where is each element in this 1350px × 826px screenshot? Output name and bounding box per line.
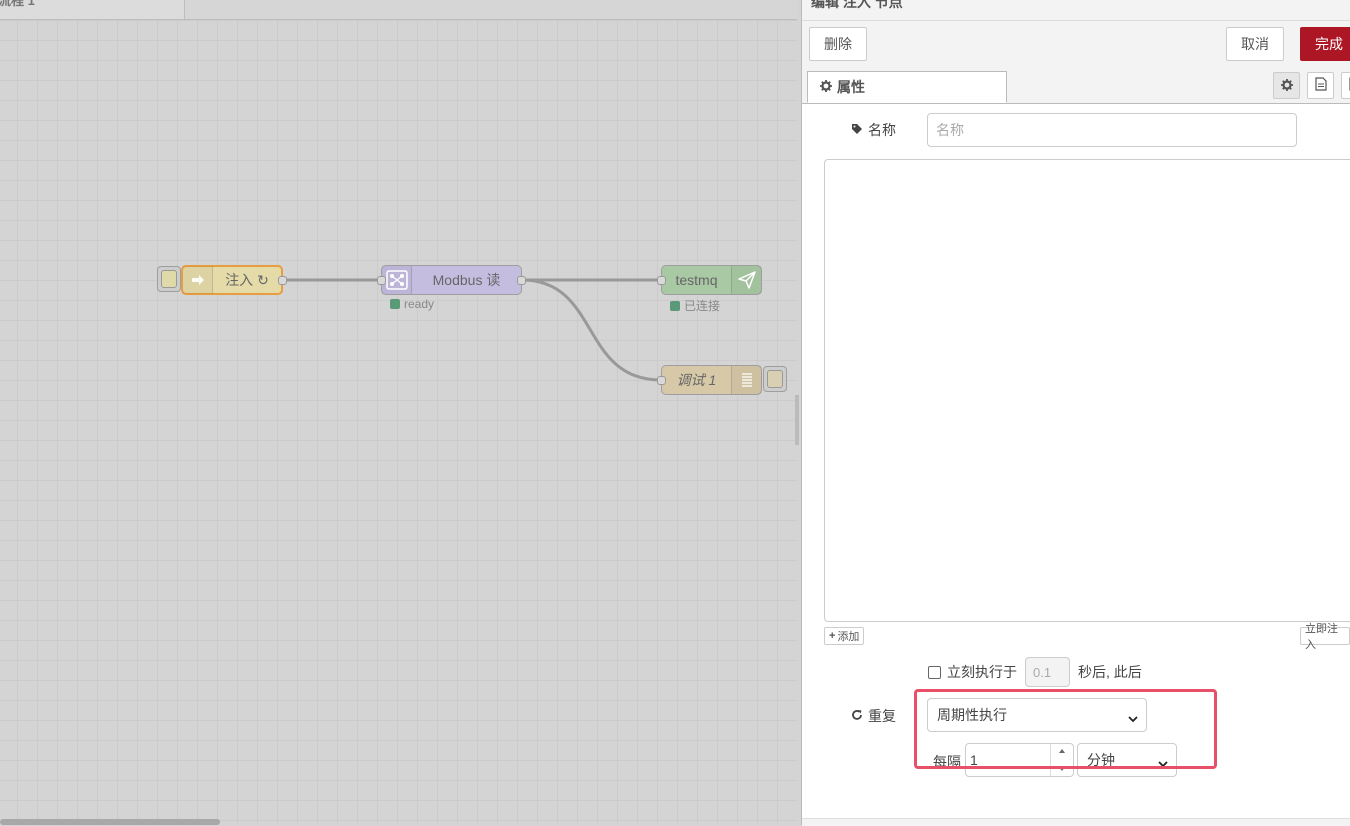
tab-properties[interactable]: 属性 — [807, 71, 1007, 103]
tray-tabs: 属性 — [802, 67, 1350, 104]
list-icon — [731, 366, 761, 394]
document-icon — [1315, 77, 1327, 94]
modbus-status-text: ready — [404, 297, 434, 311]
debug-toggle-button[interactable] — [763, 366, 787, 392]
property-list[interactable] — [824, 159, 1350, 622]
once-delay-input[interactable]: 0.1 — [1025, 657, 1070, 687]
cancel-button[interactable]: 取消 — [1226, 27, 1284, 61]
gear-icon — [1281, 78, 1293, 94]
mqtt-node-label: testmq — [662, 272, 731, 288]
wire-modbus-debug — [522, 280, 661, 380]
name-label-text: 名称 — [868, 120, 896, 140]
repeat-mode-select[interactable]: 周期性执行 — [927, 698, 1147, 732]
name-input[interactable] — [927, 113, 1297, 147]
chevron-down-icon — [1158, 755, 1168, 771]
add-property-button[interactable]: + 添加 — [824, 627, 864, 645]
tray-splitter-handle[interactable] — [795, 395, 799, 445]
modbus-status: ready — [390, 297, 434, 311]
horizontal-scrollbar[interactable] — [0, 819, 220, 825]
interval-unit-value: 分钟 — [1087, 750, 1115, 770]
tray-title: 编辑 注入 节点 — [802, 0, 1350, 21]
name-label: 名称 — [851, 120, 896, 140]
plus-icon: + — [829, 630, 835, 642]
status-dot-icon — [390, 299, 400, 309]
mqtt-status-text: 已连接 — [684, 297, 720, 314]
tag-icon — [851, 122, 863, 138]
delete-button[interactable]: 删除 — [809, 27, 867, 61]
tab-properties-label: 属性 — [837, 77, 865, 97]
edit-tray: 编辑 注入 节点 删除 取消 完成 属性 — [801, 0, 1350, 825]
debug-node[interactable]: 调试 1 — [661, 365, 762, 395]
settings-tab-button[interactable] — [1273, 72, 1300, 99]
repeat-label: 重复 — [851, 706, 896, 726]
description-tab-button[interactable] — [1307, 72, 1334, 99]
refresh-icon — [851, 708, 863, 724]
modbus-output-port[interactable] — [517, 276, 526, 285]
inject-output-port[interactable] — [278, 276, 287, 285]
tray-title-text: 编辑 注入 节点 — [811, 0, 903, 10]
modbus-input-port[interactable] — [377, 276, 386, 285]
gear-icon — [820, 79, 832, 95]
interval-unit-select[interactable]: 分钟 — [1077, 743, 1177, 777]
mqtt-status: 已连接 — [670, 297, 720, 314]
flow-workspace[interactable]: 流程 1 注入 ↻ Modbus 读 ready testmq — [0, 0, 797, 825]
add-property-label: 添加 — [837, 628, 859, 644]
modbus-read-node[interactable]: Modbus 读 — [381, 265, 522, 295]
mqtt-out-node[interactable]: testmq — [661, 265, 762, 295]
status-dot-icon — [670, 301, 680, 311]
modbus-node-label: Modbus 读 — [412, 270, 521, 290]
inject-node-label: 注入 ↻ — [213, 270, 281, 290]
modbus-icon — [382, 266, 412, 294]
once-checkbox[interactable] — [928, 666, 941, 679]
inject-now-button[interactable]: 立即注入 — [1300, 627, 1350, 645]
repeat-mode-value: 周期性执行 — [937, 705, 1007, 725]
every-label: 每隔 — [933, 752, 961, 772]
debug-node-label: 调试 1 — [662, 370, 731, 390]
repeat-label-text: 重复 — [868, 706, 896, 726]
appearance-tab-button[interactable] — [1341, 72, 1350, 99]
once-label: 立刻执行于 — [947, 662, 1017, 682]
interval-value: 1 — [970, 752, 978, 768]
inject-node[interactable]: 注入 ↻ — [181, 265, 283, 295]
inject-trigger-button[interactable] — [157, 266, 181, 292]
interval-input[interactable]: 1 — [965, 743, 1074, 777]
inject-arrow-icon — [183, 266, 213, 294]
done-button[interactable]: 完成 — [1300, 27, 1350, 61]
once-after-label: 秒后, 此后 — [1078, 662, 1142, 682]
once-row: 立刻执行于 0.1 秒后, 此后 — [928, 657, 1142, 687]
mqtt-input-port[interactable] — [657, 276, 666, 285]
interval-spinner[interactable] — [1050, 744, 1073, 776]
debug-input-port[interactable] — [657, 376, 666, 385]
paper-plane-icon — [731, 266, 761, 294]
tray-toolbar: 删除 取消 完成 — [802, 21, 1350, 68]
chevron-down-icon — [1128, 710, 1138, 726]
wires-layer — [0, 0, 797, 825]
